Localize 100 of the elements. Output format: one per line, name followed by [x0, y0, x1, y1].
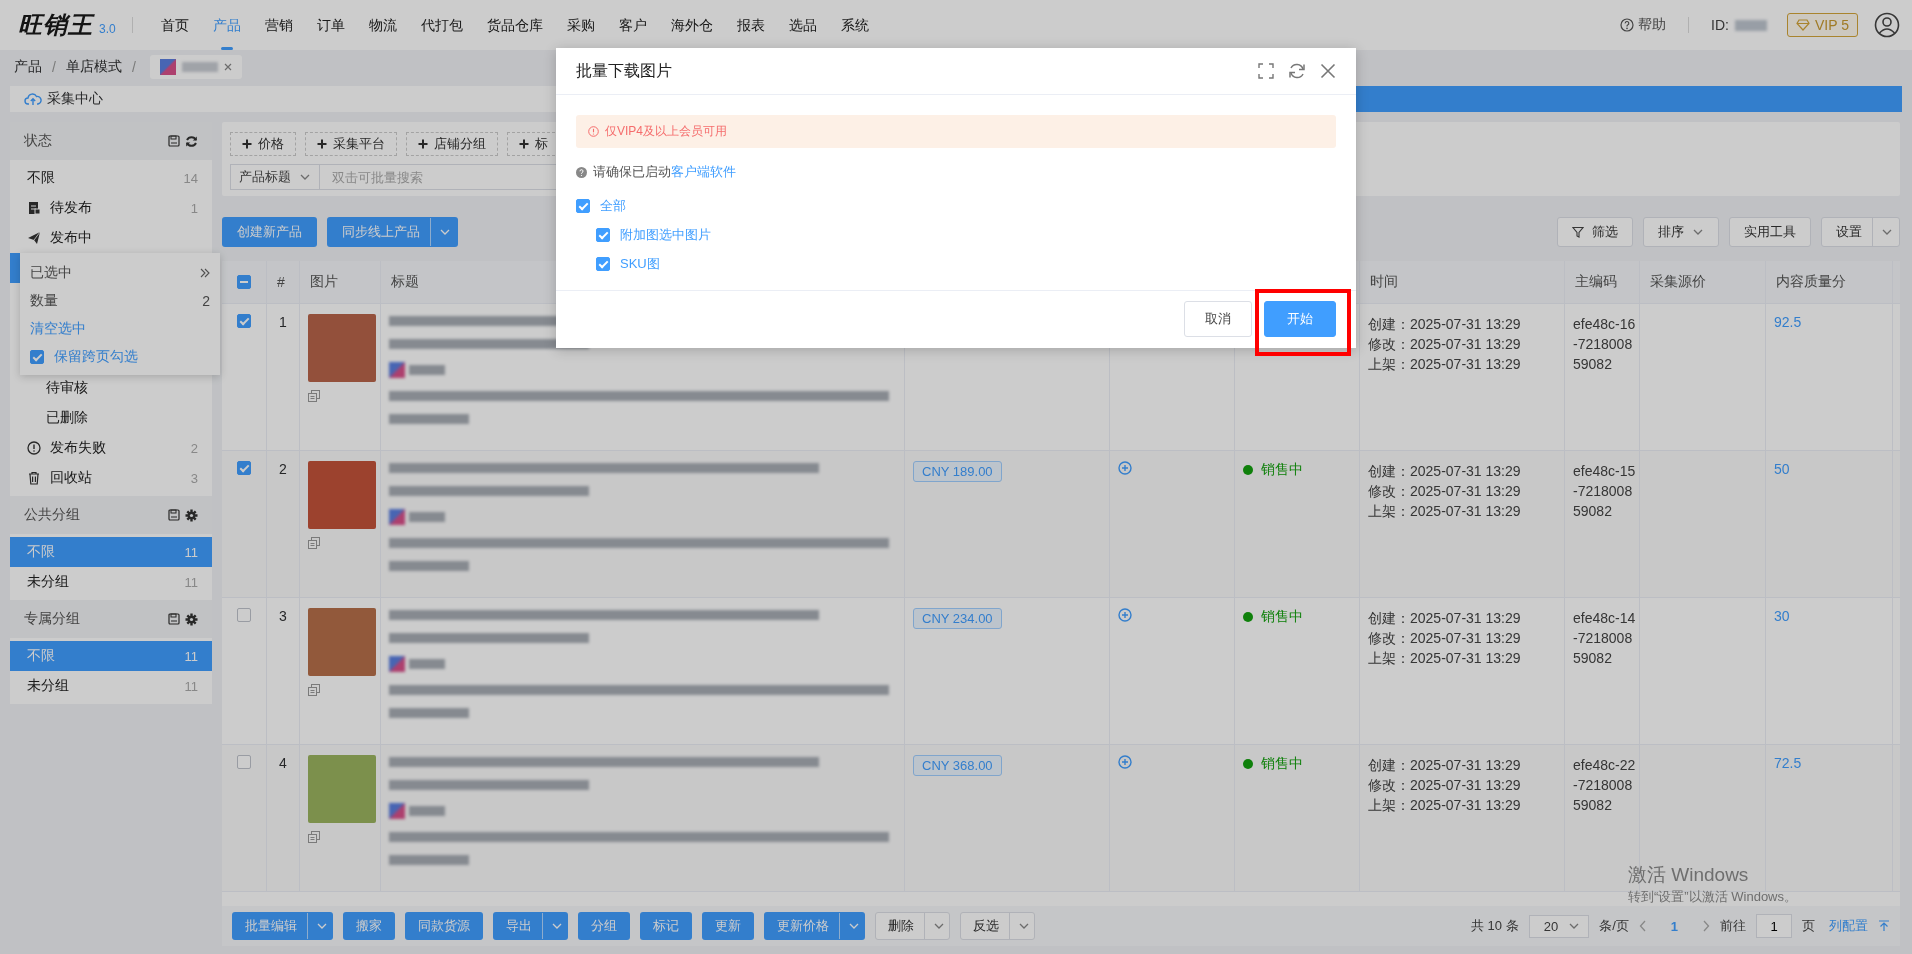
count-label: 数量: [30, 292, 58, 310]
paper-plane-icon: [27, 231, 41, 245]
nav-tab[interactable]: 营销: [252, 0, 305, 50]
page-input[interactable]: 1: [1756, 914, 1792, 938]
checkbox-label: 全部: [600, 196, 626, 215]
save-icon: [168, 613, 180, 625]
checkbox[interactable]: [596, 256, 610, 271]
toolbar-button[interactable]: 排序: [1643, 217, 1719, 247]
bulk-button[interactable]: 删除: [875, 912, 950, 940]
close-icon[interactable]: [1320, 63, 1336, 79]
blurred-name: [181, 62, 218, 72]
timestamp: 修改：2025-07-31 13:29: [1368, 482, 1521, 501]
copy-icon[interactable]: [308, 537, 320, 549]
logo-text: 旺销王: [18, 10, 93, 40]
avatar-icon[interactable]: [1874, 12, 1900, 38]
breadcrumb-link[interactable]: 单店模式: [65, 58, 122, 76]
sidebar-item[interactable]: 不限 14: [10, 163, 212, 193]
chevron-right-icon[interactable]: [1702, 920, 1710, 932]
timestamp: 上架：2025-07-31 13:29: [1368, 502, 1521, 521]
refresh-icon[interactable]: [185, 134, 198, 148]
checkbox[interactable]: [30, 350, 44, 364]
copy-icon[interactable]: [308, 390, 320, 402]
cloud-upload-icon: [24, 92, 42, 106]
goto-label: 前往: [1720, 917, 1746, 935]
nav-tab[interactable]: 代打包: [408, 0, 475, 50]
photo-placeholder: [308, 461, 376, 529]
nav-tab[interactable]: 货品仓库: [474, 0, 555, 50]
row-checkbox[interactable]: [237, 608, 251, 622]
row-checkbox[interactable]: [237, 314, 251, 328]
popup-title: 已选中: [30, 264, 72, 282]
toolbar-button[interactable]: 设置: [1821, 217, 1900, 247]
sidebar-item[interactable]: 未分组 11: [10, 567, 212, 597]
sidebar-item[interactable]: 待审核: [10, 373, 212, 403]
row-number: 1: [278, 314, 288, 330]
sidebar-item[interactable]: 未分组 11: [10, 671, 212, 701]
sidebar-item[interactable]: 发布失败 2: [10, 433, 212, 463]
checkbox-label: 附加图选中图片: [620, 225, 711, 244]
add-circle-icon[interactable]: [1118, 461, 1132, 475]
id-label: ID:: [1711, 17, 1729, 33]
fullscreen-icon[interactable]: [1258, 63, 1274, 79]
timestamp: 上架：2025-07-31 13:29: [1368, 649, 1521, 668]
checkbox-label: SKU图: [620, 254, 660, 273]
copy-icon[interactable]: [308, 831, 320, 843]
add-circle-icon[interactable]: [1118, 755, 1132, 769]
double-chevron-icon[interactable]: [200, 268, 210, 278]
checkbox[interactable]: [596, 227, 610, 242]
plus-icon: [242, 139, 252, 149]
toolbar-button[interactable]: 实用工具: [1729, 217, 1811, 247]
diamond-icon: [1796, 19, 1810, 31]
plus-icon: [418, 139, 428, 149]
sidebar-item[interactable]: 回收站 3: [10, 463, 212, 493]
sidebar-item[interactable]: 已删除: [10, 403, 212, 433]
select-all-checkbox[interactable]: [237, 275, 251, 289]
timestamp: 修改：2025-07-31 13:29: [1368, 776, 1521, 795]
row-checkbox[interactable]: [237, 755, 251, 769]
copy-icon[interactable]: [308, 684, 320, 696]
page-size-unit: 条/页: [1599, 917, 1629, 935]
sku-code: efe48c-22 -7218008 59082: [1573, 756, 1636, 815]
close-icon: [223, 63, 232, 71]
settings-icon[interactable]: [185, 508, 198, 522]
timestamp: 创建：2025-07-31 13:29: [1368, 462, 1521, 481]
add-circle-icon[interactable]: [1118, 608, 1132, 622]
status-label: 销售中: [1243, 755, 1303, 773]
filter-chip[interactable]: 店铺分组: [406, 132, 498, 156]
settings-icon[interactable]: [185, 612, 198, 626]
nav-tab[interactable]: 订单: [304, 0, 357, 50]
section-title: 采集中心: [47, 90, 103, 108]
breadcrumb-link[interactable]: 产品: [14, 58, 42, 76]
refresh-icon[interactable]: [1288, 62, 1306, 80]
document-icon: [27, 201, 41, 215]
plus-icon: [317, 139, 327, 149]
column-header: 主编码: [1575, 273, 1617, 291]
column-header: #: [277, 274, 285, 290]
sidebar-item[interactable]: 待发布 1: [10, 193, 212, 223]
chevron-left-icon[interactable]: [1638, 920, 1647, 932]
checkbox[interactable]: [576, 198, 590, 213]
cancel-button[interactable]: 取消: [1184, 301, 1252, 337]
page-size-select[interactable]: 20: [1528, 914, 1590, 938]
help-icon: [576, 166, 587, 178]
section-title: 专属分组: [24, 610, 80, 628]
help-link[interactable]: 帮助: [1620, 16, 1667, 34]
toolbar-button[interactable]: 筛选: [1557, 217, 1633, 247]
back-to-top-icon[interactable]: [1878, 920, 1890, 932]
timestamp: 上架：2025-07-31 13:29: [1368, 355, 1521, 374]
sku-code: efe48c-15 -7218008 59082: [1573, 462, 1636, 521]
bulk-button[interactable]: 反选: [960, 912, 1035, 940]
filter-chip[interactable]: 采集平台: [305, 132, 397, 156]
sidebar-item[interactable]: 发布中: [10, 223, 212, 253]
nav-tab[interactable]: 物流: [356, 0, 409, 50]
row-checkbox[interactable]: [237, 461, 251, 475]
blurred-id: [1735, 19, 1767, 31]
store-icon: [159, 59, 176, 75]
nav-tab[interactable]: 首页: [148, 0, 201, 50]
alert-text: 仅VIP4及以上会员可用: [605, 123, 727, 140]
shop-tab[interactable]: [149, 55, 242, 79]
price-tag: CNY 189.00: [913, 461, 1002, 482]
price-tag: CNY 368.00: [913, 755, 1002, 776]
column-header: 标题: [391, 273, 419, 291]
filter-chip[interactable]: 价格: [230, 132, 296, 156]
breadcrumb-separator: /: [52, 59, 56, 75]
